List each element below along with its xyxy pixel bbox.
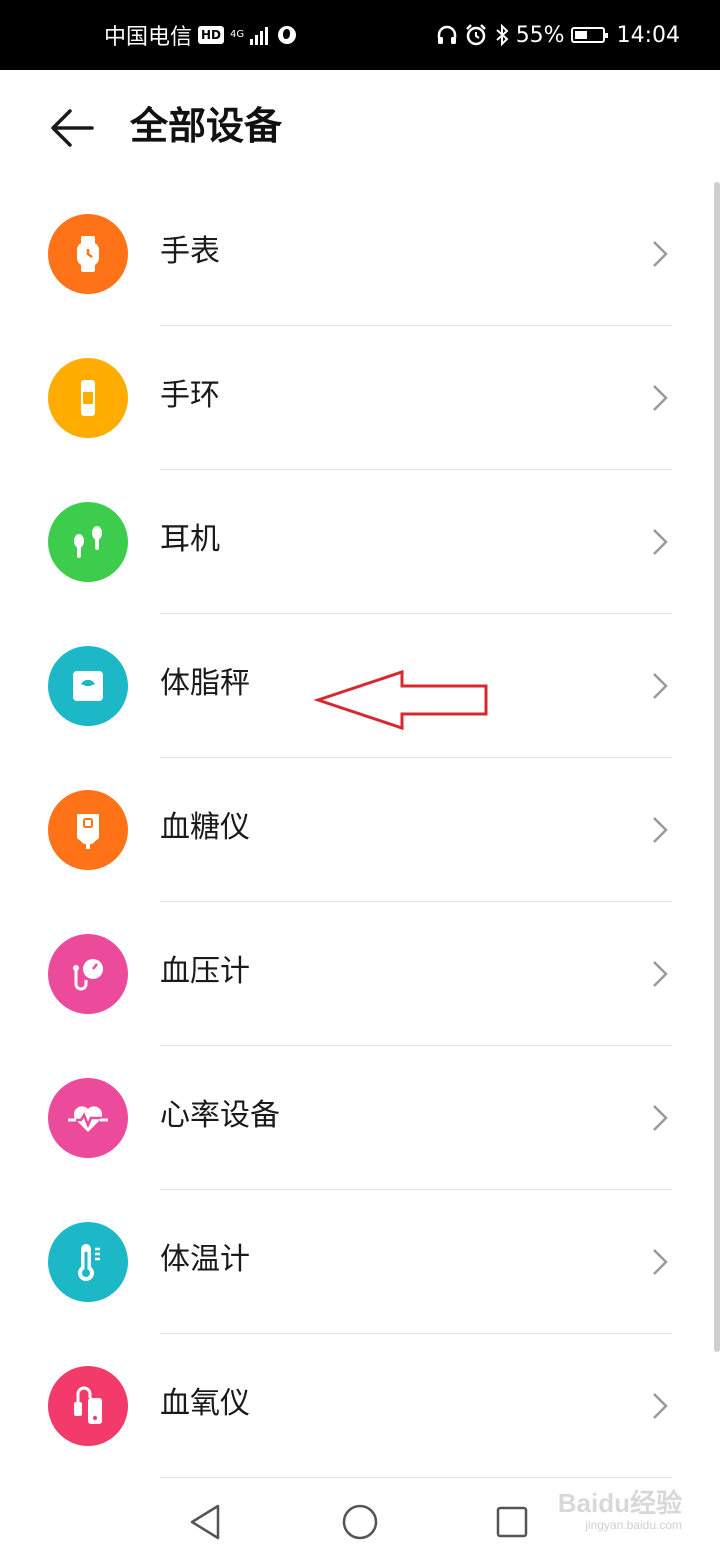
device-label: 血压计 [160, 954, 250, 989]
band-icon [48, 358, 128, 438]
headset-icon [437, 25, 456, 44]
globe-icon [278, 26, 297, 44]
hd-badge: HD [198, 26, 225, 44]
thermometer-icon [48, 1222, 128, 1302]
device-label: 体温计 [160, 1242, 250, 1277]
oximeter-icon [48, 1366, 128, 1446]
chevron-right-icon [653, 1105, 668, 1131]
nav-recents-icon[interactable] [490, 1500, 534, 1544]
network-type: 4G [230, 29, 245, 40]
page-title: 全部设备 [130, 104, 283, 148]
chevron-right-icon [653, 1249, 668, 1275]
device-item-band[interactable]: 手环 [0, 326, 720, 470]
device-label: 血氧仪 [160, 1386, 250, 1421]
device-item-earphones[interactable]: 耳机 [0, 470, 720, 614]
earphones-icon [48, 502, 128, 582]
device-label: 心率设备 [160, 1098, 280, 1133]
back-arrow-icon [51, 109, 94, 147]
chevron-right-icon [653, 241, 668, 267]
battery-percent: 55% [515, 22, 565, 48]
clock-time: 14:04 [616, 22, 680, 48]
device-label: 耳机 [160, 522, 220, 557]
device-label: 手表 [160, 234, 220, 269]
divider [160, 1477, 672, 1478]
heart-rate-icon [48, 1078, 128, 1158]
glucose-meter-icon [48, 790, 128, 870]
device-item-glucose-meter[interactable]: 血糖仪 [0, 758, 720, 902]
watermark: Baidu经验 jingyan.baidu.com [557, 1488, 682, 1532]
device-label: 血糖仪 [160, 810, 250, 845]
bluetooth-icon [496, 23, 509, 47]
device-list: 手表 手环 耳机 体脂秤 血糖仪 血压计 心率设备 体温计 血氧仪 [0, 182, 720, 1478]
chevron-right-icon [653, 1393, 668, 1419]
scale-icon [48, 646, 128, 726]
battery-icon [570, 27, 608, 43]
device-item-heart-rate[interactable]: 心率设备 [0, 1046, 720, 1190]
device-label: 手环 [160, 378, 220, 413]
chevron-right-icon [653, 817, 668, 843]
chevron-right-icon [653, 529, 668, 555]
carrier-name: 中国电信 [104, 25, 193, 50]
nav-back-icon[interactable] [184, 1500, 228, 1544]
device-item-thermometer[interactable]: 体温计 [0, 1190, 720, 1334]
chevron-right-icon [653, 673, 668, 699]
back-button[interactable] [44, 100, 100, 156]
annotation-arrow-icon [314, 669, 488, 731]
signal-icon [250, 25, 269, 45]
chevron-right-icon [653, 961, 668, 987]
alarm-icon [465, 24, 486, 46]
device-item-oximeter[interactable]: 血氧仪 [0, 1334, 720, 1478]
device-item-blood-pressure[interactable]: 血压计 [0, 902, 720, 1046]
nav-home-icon[interactable] [338, 1500, 382, 1544]
blood-pressure-icon [48, 934, 128, 1014]
app-header: 全部设备 [0, 70, 720, 182]
chevron-right-icon [653, 385, 668, 411]
device-label: 体脂秤 [160, 666, 250, 701]
device-item-watch[interactable]: 手表 [0, 182, 720, 326]
watch-icon [48, 214, 128, 294]
status-bar: 中国电信 HD 4G 55% 14:04 [0, 0, 720, 70]
